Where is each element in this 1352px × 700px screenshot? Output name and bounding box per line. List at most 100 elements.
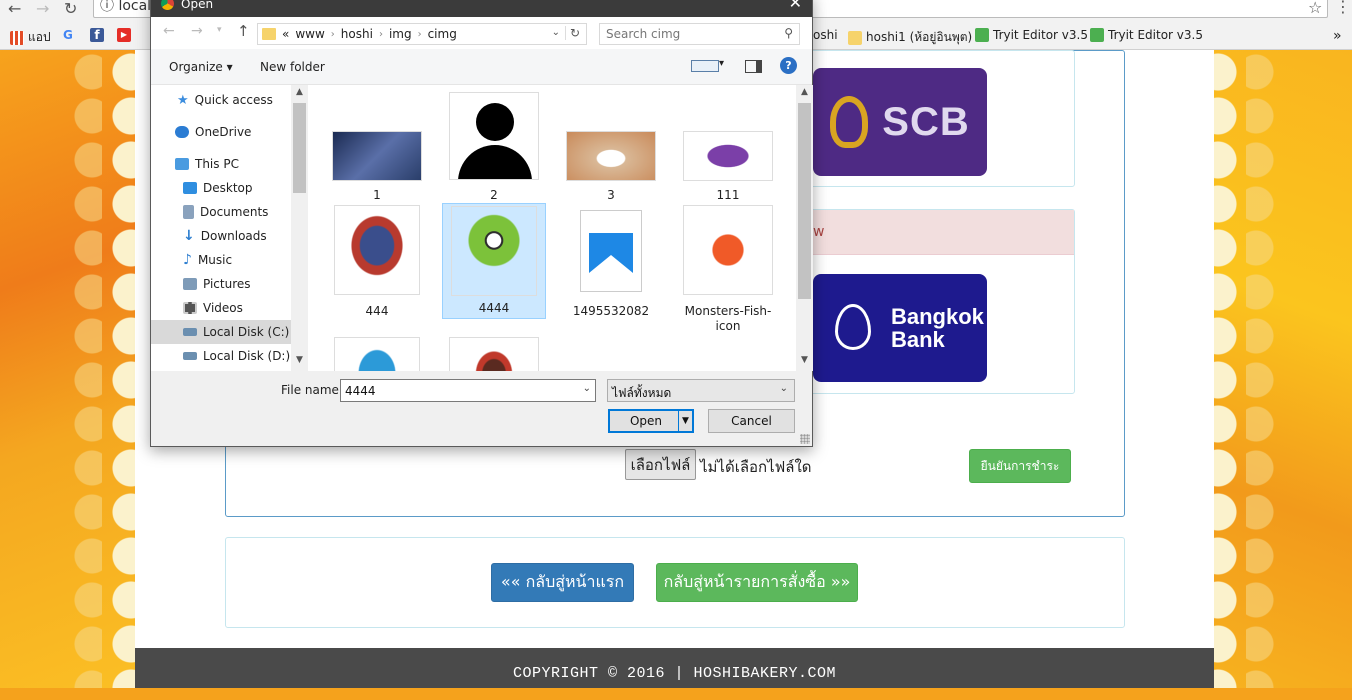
file-item[interactable]: 1 xyxy=(325,89,429,205)
scroll-down-icon[interactable]: ▼ xyxy=(291,355,308,365)
file-name-input[interactable]: 4444 ⌄ xyxy=(340,379,596,402)
chevron-down-icon[interactable]: ⌄ xyxy=(583,383,591,394)
bookmark-hoshi[interactable]: oshi xyxy=(813,28,838,42)
user-silhouette-icon xyxy=(449,92,539,180)
open-button[interactable]: Open ▼ xyxy=(608,409,694,433)
character-dark-icon xyxy=(449,337,539,371)
chrome-icon xyxy=(161,0,174,10)
preview-pane-icon[interactable] xyxy=(745,60,762,73)
nav-desktop[interactable]: Desktop xyxy=(151,176,291,200)
open-file-dialog: Open ✕ ← → ▾ ↑ « www › hoshi › img › cim… xyxy=(150,0,813,447)
search-icon: ⚲ xyxy=(784,26,793,40)
nav-music[interactable]: ♪ Music xyxy=(151,248,291,272)
scb-logo: SCB xyxy=(813,68,987,176)
back-home-button[interactable]: «« กลับสู่หน้าแรก xyxy=(491,563,634,602)
path-breadcrumb[interactable]: « www › hoshi › img › cimg ⌄ ↻ xyxy=(257,23,587,45)
file-type-select[interactable]: ไฟล์ทั้งหมด ⌄ xyxy=(607,379,795,402)
nav-local-disk-d[interactable]: Local Disk (D:) xyxy=(151,344,291,368)
file-item-selected[interactable]: 4444 xyxy=(442,203,546,319)
scroll-thumb[interactable] xyxy=(798,103,811,299)
organize-button[interactable]: Organize ▾ xyxy=(169,60,233,74)
open-dropdown-icon[interactable]: ▼ xyxy=(678,411,692,431)
address-row: ← → ▾ ↑ « www › hoshi › img › cimg ⌄ ↻ S… xyxy=(151,17,812,49)
scroll-up-icon[interactable]: ▲ xyxy=(291,87,308,97)
nav-this-pc[interactable]: This PC xyxy=(151,152,291,176)
scb-emblem-icon xyxy=(830,96,869,148)
forward-icon[interactable]: → xyxy=(36,0,49,18)
nav-downloads[interactable]: ↓ Downloads xyxy=(151,224,291,248)
up-arrow-icon[interactable]: ↑ xyxy=(237,22,250,40)
dialog-footer: File name: 4444 ⌄ ไฟล์ทั้งหมด ⌄ Open ▼ C… xyxy=(151,371,812,446)
w3schools-icon xyxy=(975,28,989,42)
bookmark-youtube[interactable]: ▶ xyxy=(117,28,131,42)
image-file-icon xyxy=(580,210,642,292)
back-arrow-icon[interactable]: ← xyxy=(163,23,175,39)
file-item[interactable]: 1495532082 xyxy=(559,205,663,321)
scroll-down-icon[interactable]: ▼ xyxy=(796,355,813,365)
reload-icon[interactable]: ↻ xyxy=(64,0,77,18)
path-segment-img[interactable]: img xyxy=(389,27,412,41)
path-overflow[interactable]: « xyxy=(282,27,289,41)
bangkok-bank-logo: Bangkok Bank xyxy=(813,274,987,382)
path-segment-www[interactable]: www xyxy=(295,27,324,41)
file-item[interactable]: 444 xyxy=(325,205,429,321)
nav-videos[interactable]: Videos xyxy=(151,296,291,320)
background-left xyxy=(0,50,135,688)
nav-documents[interactable]: Documents xyxy=(151,200,291,224)
resize-grip-icon[interactable] xyxy=(800,434,810,444)
nav-local-disk-c[interactable]: Local Disk (C:) xyxy=(151,320,291,344)
scroll-thumb[interactable] xyxy=(293,103,306,193)
file-item[interactable]: 2 xyxy=(442,89,546,205)
back-icon[interactable]: ← xyxy=(8,0,21,18)
bangkok-bank-emblem-icon xyxy=(835,304,871,350)
footer: COPYRIGHT © 2016 | HOSHIBAKERY.COM xyxy=(135,648,1214,688)
cancel-button[interactable]: Cancel xyxy=(708,409,795,433)
star-icon: ★ xyxy=(177,92,189,108)
bookmark-star-icon[interactable]: ☆ xyxy=(1308,0,1322,17)
nav-onedrive[interactable]: OneDrive xyxy=(151,120,291,144)
close-icon[interactable]: ✕ xyxy=(789,0,802,11)
recent-chevron-icon[interactable]: ▾ xyxy=(217,25,222,35)
file-item[interactable]: 111 xyxy=(676,89,780,205)
nav-pictures[interactable]: Pictures xyxy=(151,272,291,296)
cloud-icon xyxy=(175,126,189,138)
confirm-payment-button[interactable]: ยืนยันการชำระ xyxy=(969,449,1071,483)
file-item[interactable]: Monsters-Fish-icon xyxy=(676,205,780,333)
bookmark-facebook[interactable]: f xyxy=(90,28,104,42)
browser-menu-icon[interactable]: ⋮ xyxy=(1335,0,1351,16)
help-icon[interactable]: ? xyxy=(780,57,797,74)
back-orders-button[interactable]: กลับสู่หน้ารายการสั่งซื้อ »» xyxy=(656,563,858,602)
facebook-icon: f xyxy=(90,28,104,42)
view-dropdown-icon[interactable]: ▾ xyxy=(719,58,724,69)
file-item[interactable] xyxy=(325,337,429,371)
new-folder-button[interactable]: New folder xyxy=(260,60,325,74)
more-bookmarks-icon[interactable]: » xyxy=(1333,28,1342,44)
monster-purple-icon xyxy=(683,131,773,181)
photo-man-icon xyxy=(332,131,422,181)
view-options-icon[interactable] xyxy=(691,60,719,72)
scroll-up-icon[interactable]: ▲ xyxy=(796,87,813,97)
bookmark-tryit-2[interactable]: Tryit Editor v3.5 xyxy=(1090,28,1203,42)
choose-file-button[interactable]: เลือกไฟล์ xyxy=(625,449,696,480)
nav-scrollbar[interactable]: ▲ ▼ xyxy=(291,85,308,371)
bookmark-apps[interactable]: แอป xyxy=(10,28,51,47)
nav-quick-access[interactable]: ★ Quick access xyxy=(151,88,291,112)
disk-icon xyxy=(183,328,197,336)
bookmark-hoshi1[interactable]: hoshi1 (ห้อยู่อินพุต) xyxy=(848,28,972,47)
forward-arrow-icon[interactable]: → xyxy=(191,23,203,39)
file-item[interactable] xyxy=(442,337,546,371)
bookmark-tryit-1[interactable]: Tryit Editor v3.5 xyxy=(975,28,1088,42)
file-item[interactable]: 3 xyxy=(559,89,663,205)
documents-icon xyxy=(183,205,194,219)
refresh-icon[interactable]: ↻ xyxy=(564,26,580,40)
monster-sulley-icon xyxy=(334,337,420,371)
desktop-icon xyxy=(183,182,197,194)
path-segment-cimg[interactable]: cimg xyxy=(428,27,457,41)
monster-blue-icon xyxy=(334,205,420,295)
path-segment-hoshi[interactable]: hoshi xyxy=(341,27,373,41)
scallop-border xyxy=(1214,50,1248,688)
files-scrollbar[interactable]: ▲ ▼ xyxy=(796,85,813,371)
bookmark-google[interactable]: G xyxy=(63,28,73,42)
path-dropdown-icon[interactable]: ⌄ xyxy=(552,27,560,38)
search-input[interactable]: Search cimg ⚲ xyxy=(599,23,800,45)
